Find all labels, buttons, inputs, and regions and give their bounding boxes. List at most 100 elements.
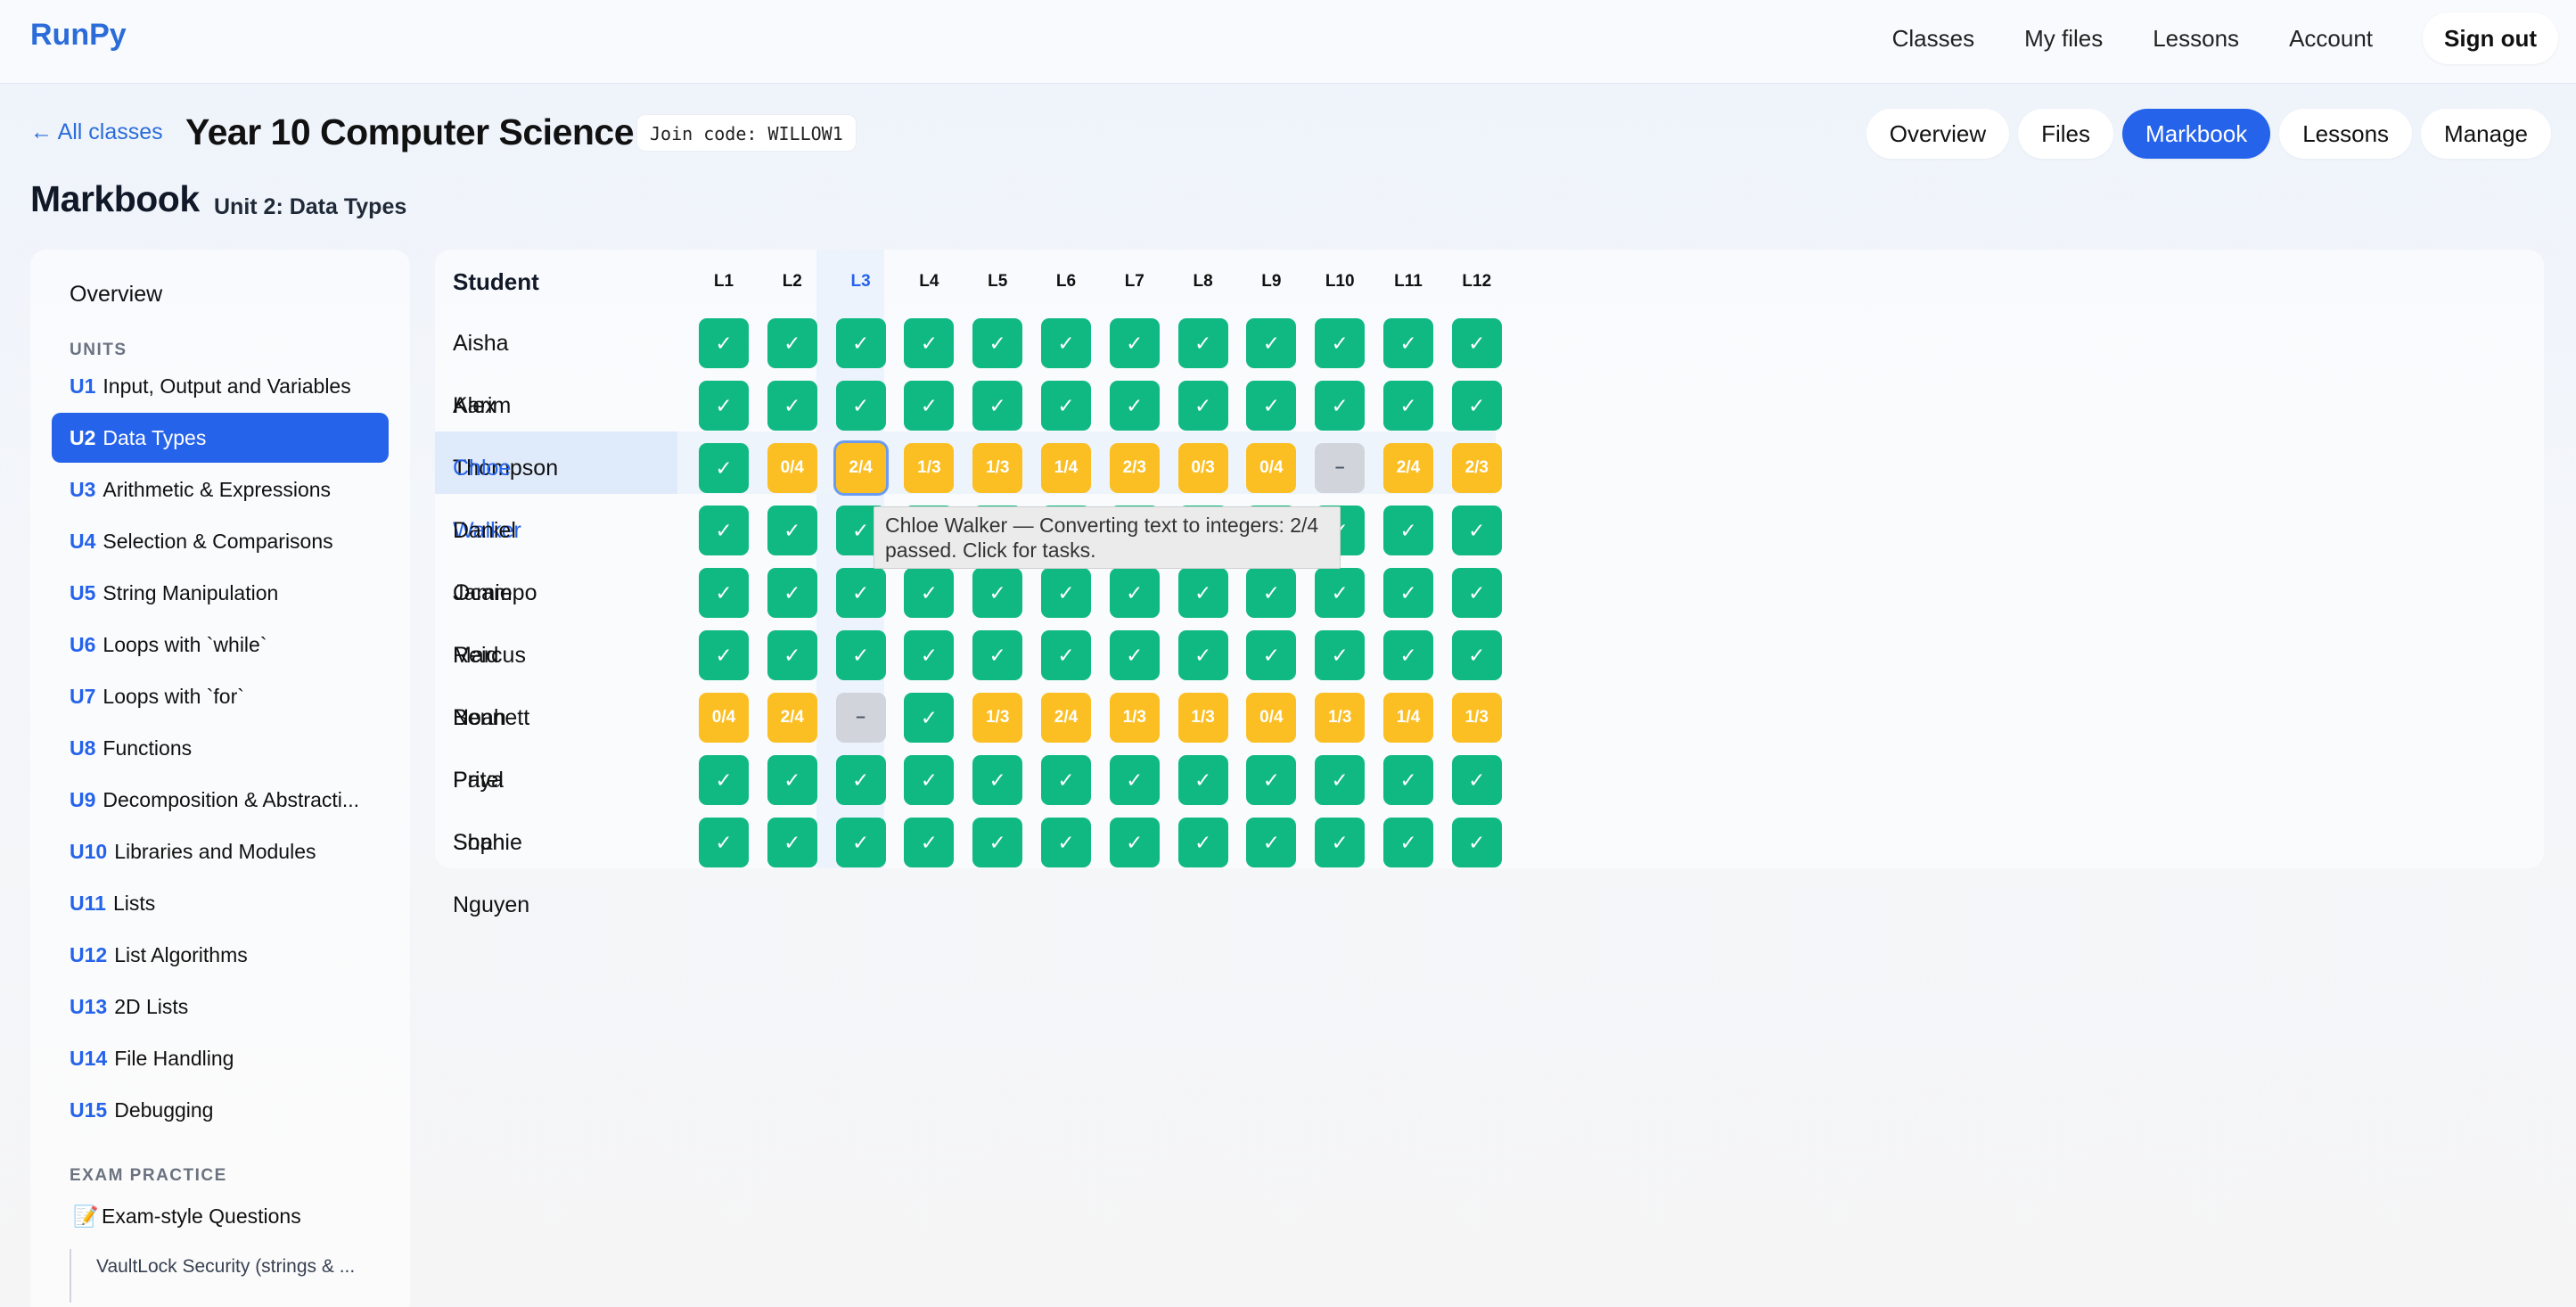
markbook-cell[interactable]: ✓ (972, 318, 1023, 368)
markbook-cell[interactable]: ✓ (1246, 381, 1297, 431)
markbook-cell[interactable]: ✓ (699, 506, 749, 555)
markbook-cell[interactable]: 2/4 (835, 443, 886, 493)
markbook-cell[interactable]: 2/4 (767, 693, 817, 743)
sidebar-item-u10[interactable]: U10 Libraries and Modules (52, 826, 389, 876)
markbook-cell[interactable]: ✓ (1109, 318, 1160, 368)
markbook-cell[interactable]: ✓ (1315, 318, 1366, 368)
markbook-cell[interactable]: 2/4 (1041, 693, 1091, 743)
markbook-cell[interactable]: ✓ (1383, 818, 1433, 867)
nav-link-my-files[interactable]: My files (2024, 13, 2103, 63)
markbook-cell[interactable]: ✓ (835, 630, 886, 680)
brand-logo[interactable]: RunPy (30, 18, 127, 53)
markbook-cell[interactable]: ✓ (904, 568, 955, 618)
markbook-cell[interactable]: ✓ (699, 818, 749, 867)
markbook-cell[interactable]: ✓ (835, 755, 886, 805)
markbook-cell[interactable]: ✓ (1451, 506, 1502, 555)
markbook-cell[interactable]: 1/3 (1177, 693, 1228, 743)
markbook-cell[interactable]: ✓ (1041, 381, 1091, 431)
markbook-cell[interactable]: ✓ (1109, 818, 1160, 867)
column-header-l3[interactable]: L3 (827, 266, 895, 298)
markbook-cell[interactable]: ✓ (1177, 818, 1228, 867)
markbook-cell[interactable]: ✓ (1041, 318, 1091, 368)
tab-lessons[interactable]: Lessons (2279, 109, 2413, 159)
column-header-l5[interactable]: L5 (964, 266, 1031, 298)
column-header-l8[interactable]: L8 (1169, 266, 1237, 298)
sidebar-item-vaultlock[interactable]: VaultLock Security (strings & ... (70, 1249, 385, 1303)
markbook-cell[interactable]: ✓ (1109, 568, 1160, 618)
markbook-cell[interactable]: ✓ (1451, 568, 1502, 618)
nav-link-classes[interactable]: Classes (1892, 13, 1974, 63)
markbook-cell[interactable]: ✓ (904, 755, 955, 805)
markbook-cell[interactable]: ✓ (904, 318, 955, 368)
markbook-cell[interactable]: ✓ (1109, 381, 1160, 431)
column-header-l9[interactable]: L9 (1237, 266, 1305, 298)
markbook-cell[interactable]: ✓ (767, 630, 817, 680)
column-header-l7[interactable]: L7 (1101, 266, 1169, 298)
sidebar-item-u11[interactable]: U11 Lists (52, 878, 389, 928)
markbook-cell[interactable]: – (835, 693, 886, 743)
sidebar-item-u14[interactable]: U14 File Handling (52, 1033, 389, 1083)
markbook-cell[interactable]: 1/3 (972, 443, 1023, 493)
markbook-cell[interactable]: ✓ (1383, 568, 1433, 618)
markbook-cell[interactable]: ✓ (972, 818, 1023, 867)
markbook-cell[interactable]: 1/4 (1041, 443, 1091, 493)
markbook-cell[interactable]: ✓ (835, 381, 886, 431)
student-name[interactable]: Jamie Reid (453, 562, 513, 668)
markbook-cell[interactable]: 2/3 (1451, 443, 1502, 493)
markbook-cell[interactable]: ✓ (1451, 755, 1502, 805)
sidebar-item-u12[interactable]: U12 List Algorithms (52, 930, 389, 980)
markbook-cell[interactable]: ✓ (1451, 818, 1502, 867)
markbook-cell[interactable]: ✓ (1109, 755, 1160, 805)
markbook-cell[interactable]: ✓ (1041, 630, 1091, 680)
markbook-cell[interactable]: – (1315, 443, 1366, 493)
sidebar-item-u7[interactable]: U7 Loops with `for` (52, 671, 389, 721)
markbook-cell[interactable]: ✓ (1451, 630, 1502, 680)
markbook-cell[interactable]: ✓ (904, 818, 955, 867)
column-header-l12[interactable]: L12 (1443, 266, 1511, 298)
markbook-cell[interactable]: ✓ (1451, 381, 1502, 431)
markbook-cell[interactable]: ✓ (1177, 381, 1228, 431)
tab-markbook[interactable]: Markbook (2122, 109, 2271, 159)
markbook-cell[interactable]: 0/3 (1177, 443, 1228, 493)
column-header-l1[interactable]: L1 (690, 266, 758, 298)
student-name[interactable]: Alex Thompson (453, 374, 558, 481)
sidebar-item-overview[interactable]: Overview (70, 282, 162, 308)
sidebar-item-u13[interactable]: U13 2D Lists (52, 982, 389, 1032)
column-header-l2[interactable]: L2 (759, 266, 826, 298)
markbook-cell[interactable]: ✓ (1177, 318, 1228, 368)
student-name[interactable]: Priya Shah (453, 749, 505, 855)
markbook-cell[interactable]: ✓ (767, 568, 817, 618)
markbook-cell[interactable]: 1/4 (1383, 693, 1433, 743)
markbook-cell[interactable]: 0/4 (699, 693, 749, 743)
sidebar-item-u5[interactable]: U5 String Manipulation (52, 568, 389, 618)
markbook-cell[interactable]: ✓ (1383, 630, 1433, 680)
markbook-cell[interactable]: ✓ (1315, 818, 1366, 867)
student-name[interactable]: Marcus Bennett (453, 624, 529, 730)
student-name[interactable]: Sophie Nguyen (453, 811, 529, 917)
markbook-cell[interactable]: 2/3 (1109, 443, 1160, 493)
markbook-cell[interactable]: ✓ (767, 755, 817, 805)
markbook-cell[interactable]: ✓ (1315, 755, 1366, 805)
markbook-cell[interactable]: ✓ (1246, 318, 1297, 368)
nav-link-account[interactable]: Account (2289, 13, 2373, 63)
sidebar-item-u3[interactable]: U3 Arithmetic & Expressions (52, 464, 389, 514)
column-header-l6[interactable]: L6 (1032, 266, 1100, 298)
markbook-cell[interactable]: ✓ (699, 381, 749, 431)
markbook-cell[interactable]: ✓ (767, 318, 817, 368)
markbook-cell[interactable]: ✓ (1315, 381, 1366, 431)
markbook-cell[interactable]: 2/4 (1383, 443, 1433, 493)
student-name[interactable]: Noah Patel (453, 686, 506, 793)
markbook-cell[interactable]: ✓ (972, 568, 1023, 618)
markbook-cell[interactable]: ✓ (904, 381, 955, 431)
tab-manage[interactable]: Manage (2421, 109, 2551, 159)
markbook-cell[interactable]: ✓ (767, 506, 817, 555)
sidebar-item-u8[interactable]: U8 Functions (52, 723, 389, 773)
markbook-cell[interactable]: ✓ (835, 818, 886, 867)
all-classes-link[interactable]: ← All classes (30, 119, 163, 145)
markbook-cell[interactable]: 1/3 (904, 443, 955, 493)
markbook-cell[interactable]: ✓ (1383, 381, 1433, 431)
markbook-cell[interactable]: ✓ (972, 630, 1023, 680)
markbook-cell[interactable]: ✓ (835, 568, 886, 618)
sidebar-item-u15[interactable]: U15 Debugging (52, 1085, 389, 1135)
column-header-l4[interactable]: L4 (895, 266, 963, 298)
